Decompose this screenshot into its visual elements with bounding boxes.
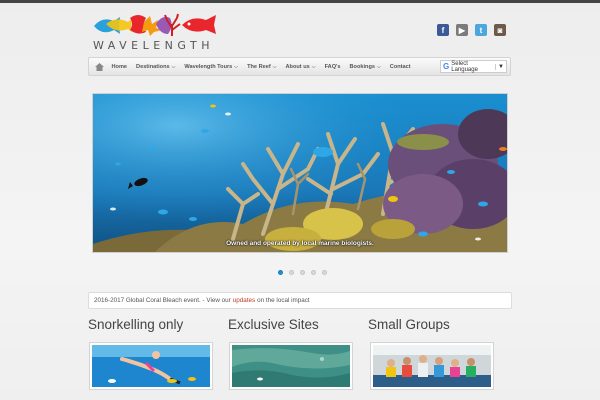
feature-image[interactable] <box>89 342 213 390</box>
main-nav: Home Destinations ⌵ Wavelength Tours ⌵ The… <box>88 57 511 76</box>
reef-photo <box>93 94 507 252</box>
home-icon[interactable] <box>91 58 107 75</box>
nav-item-home[interactable]: Home <box>107 64 132 70</box>
nav-item-about-us[interactable]: About us ⌵ <box>281 64 320 70</box>
feature-title: Exclusive Sites <box>228 317 319 332</box>
chevron-down-icon: ⌵ <box>272 63 277 70</box>
nav-item-the-reef[interactable]: The Reef ⌵ <box>243 64 281 70</box>
nav-item-contact[interactable]: Contact <box>385 64 415 70</box>
twitter-icon[interactable]: t <box>475 24 487 36</box>
slide-dot[interactable] <box>300 270 305 275</box>
slide-dot[interactable] <box>322 270 327 275</box>
feature-image[interactable] <box>370 342 494 390</box>
dropdown-arrow-icon: ▼ <box>495 63 506 70</box>
slide-dot[interactable] <box>311 270 316 275</box>
updates-link[interactable]: updates <box>233 297 255 304</box>
nav-label: Wavelength Tours <box>184 63 233 70</box>
nav-label: Destinations <box>136 63 170 70</box>
instagram-icon[interactable]: ◙ <box>494 24 506 36</box>
feature-title: Small Groups <box>368 317 450 332</box>
language-select-label: Select Language <box>451 60 478 73</box>
chevron-down-icon: ⌵ <box>377 63 381 70</box>
youtube-icon[interactable]: ▶ <box>456 24 468 36</box>
chevron-down-icon: ⌵ <box>171 63 176 70</box>
nav-label: The Reef <box>247 63 271 70</box>
nav-label: Contact <box>389 63 411 70</box>
google-icon: G <box>443 62 450 71</box>
notice-text: 2016-2017 Global Coral Bleach event. - V… <box>94 297 231 304</box>
brand-name: WAVELENGTH <box>93 39 215 52</box>
feature-title: Snorkelling only <box>88 317 184 332</box>
feature-small-groups: Small Groups <box>368 317 498 390</box>
logo-fish-icon <box>94 13 216 36</box>
nav-item-faqs[interactable]: FAQ's <box>320 64 345 70</box>
slide-caption: Owned and operated by local marine biolo… <box>226 240 374 247</box>
nav-label: About us <box>285 63 310 70</box>
nav-item-destinations[interactable]: Destinations ⌵ <box>132 64 180 70</box>
chevron-down-icon: ⌵ <box>311 63 316 70</box>
slide-dot[interactable] <box>278 270 283 275</box>
nav-label: Bookings <box>349 63 375 70</box>
feature-exclusive-sites: Exclusive Sites <box>228 317 358 390</box>
social-links: f ▶ t ◙ <box>437 24 506 36</box>
nav-label: FAQ's <box>324 63 341 70</box>
feature-image[interactable] <box>229 342 353 390</box>
nav-item-wavelength-tours[interactable]: Wavelength Tours ⌵ <box>180 64 243 70</box>
top-bar <box>0 0 600 3</box>
site-logo[interactable]: WAVELENGTH <box>92 12 222 52</box>
hero-slider[interactable]: Owned and operated by local marine biolo… <box>92 93 508 253</box>
notice-text-end: on the local impact <box>257 297 310 304</box>
nav-label: Home <box>111 63 128 70</box>
nav-item-bookings[interactable]: Bookings ⌵ <box>345 64 385 70</box>
feature-snorkelling: Snorkelling only <box>88 317 218 390</box>
chevron-down-icon: ⌵ <box>234 63 239 70</box>
slider-pagination <box>278 270 327 275</box>
facebook-icon[interactable]: f <box>437 24 449 36</box>
language-select[interactable]: G Select Language ▼ <box>440 60 507 73</box>
notice-bar: 2016-2017 Global Coral Bleach event. - V… <box>88 292 512 309</box>
slide-dot[interactable] <box>289 270 294 275</box>
